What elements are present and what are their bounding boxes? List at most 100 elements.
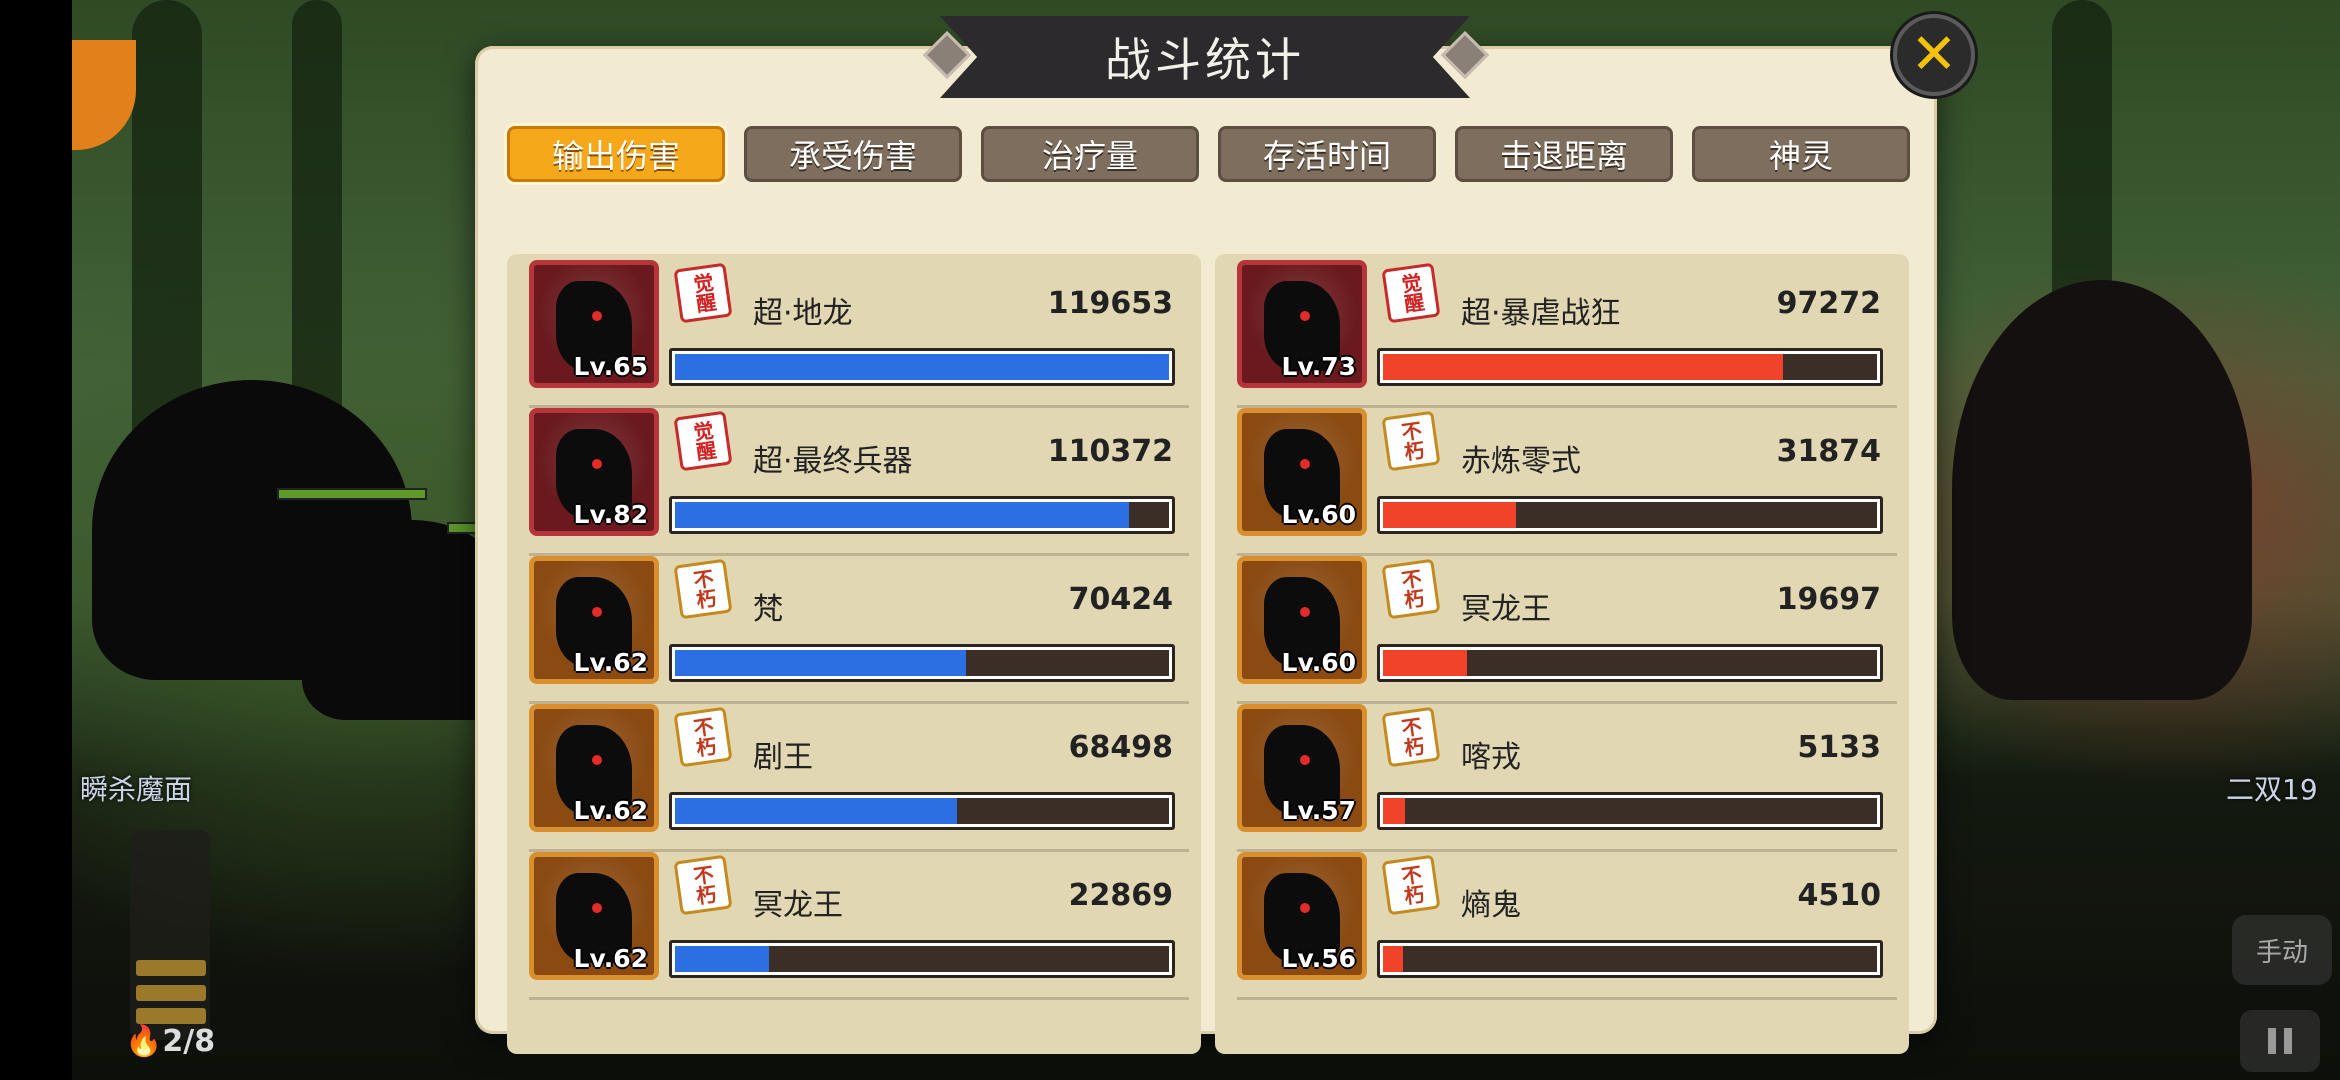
stat-bar-track [675,354,1169,380]
stat-bar [669,496,1175,534]
stat-bar-fill [1383,354,1784,380]
stat-bar [1377,348,1883,386]
unit-level: Lv.82 [573,500,648,529]
stat-value: 31874 [1776,434,1881,469]
rank-badge-icon: 不朽 [1381,410,1441,472]
stat-bar-fill [675,946,769,972]
flame-icon: 🔥 [125,1024,163,1059]
tab-1[interactable]: 承受伤害 [744,126,962,182]
unit-eye [592,607,602,617]
unit-portrait[interactable]: Lv.62 [529,852,659,980]
unit-portrait[interactable]: Lv.82 [529,408,659,536]
stat-bar-fill [675,798,957,824]
stat-bar [669,348,1175,386]
rank-badge-icon: 不朽 [673,854,733,916]
rank-badge-icon: 不朽 [673,558,733,620]
stat-bar-track [675,798,1169,824]
stat-value: 68498 [1068,730,1173,765]
stat-bar [1377,940,1883,978]
stat-bar [669,644,1175,682]
close-x-icon: ✕ [1910,22,1958,87]
tab-4[interactable]: 击退距离 [1455,126,1673,182]
energy-counter: 🔥2/8 [125,1024,215,1059]
unit-portrait[interactable]: Lv.62 [529,704,659,832]
unit-name: 超·地龙 [753,296,853,331]
stat-value: 110372 [1047,434,1173,469]
enemy-team-panel: Lv.73 觉醒 超·暴虐战狂 97272 Lv.60 不朽 赤炼零式 31874 Lv.60 不… [1215,254,1909,1054]
unit-name: 赤炼零式 [1461,444,1581,479]
energy-count-text: 2/8 [162,1024,216,1059]
stat-row: Lv.65 觉醒 超·地龙 119653 [529,260,1189,408]
stat-value: 4510 [1797,878,1882,913]
stat-bar-track [1383,798,1877,824]
unit-eye [592,903,602,913]
row-divider [1237,997,1897,1000]
tab-0[interactable]: 输出伤害 [507,126,725,182]
stat-row: Lv.82 觉醒 超·最终兵器 110372 [529,408,1189,556]
stat-row: Lv.57 不朽 喀戎 5133 [1237,704,1897,852]
stat-value: 19697 [1776,582,1881,617]
player-team-panel: Lv.65 觉醒 超·地龙 119653 Lv.82 觉醒 超·最终兵器 110372 Lv.6… [507,254,1201,1054]
pause-button[interactable] [2240,1010,2320,1072]
tab-2[interactable]: 治疗量 [981,126,1199,182]
unit-eye [1300,755,1310,765]
tab-3[interactable]: 存活时间 [1218,126,1436,182]
rank-badge-icon: 觉醒 [673,410,733,472]
unit-name-right: 二双19 [2226,773,2318,806]
unit-name: 超·暴虐战狂 [1461,296,1621,331]
unit-level: Lv.60 [1281,500,1356,529]
rank-badge-icon: 不朽 [1381,558,1441,620]
stat-bar-fill [675,354,1169,380]
rank-badge-icon: 不朽 [673,706,733,768]
unit-name: 冥龙王 [753,888,843,923]
manual-mode-button[interactable]: 手动 [2232,915,2332,985]
stat-row: Lv.73 觉醒 超·暴虐战狂 97272 [1237,260,1897,408]
unit-level: Lv.57 [1281,796,1356,825]
unit-name: 喀戎 [1461,740,1521,775]
unit-portrait[interactable]: Lv.60 [1237,408,1367,536]
unit-level: Lv.73 [1281,352,1356,381]
unit-name: 熵鬼 [1461,888,1521,923]
letterbox-left [0,0,72,1080]
unit-level: Lv.62 [573,944,648,973]
stat-bar-track [1383,502,1877,528]
unit-eye [1300,903,1310,913]
dragon-silhouette [1952,280,2252,700]
rank-badge-icon: 不朽 [1381,854,1441,916]
stat-bar-track [1383,650,1877,676]
unit-level: Lv.60 [1281,648,1356,677]
unit-portrait[interactable]: Lv.62 [529,556,659,684]
stat-bar-track [675,946,1169,972]
stat-bar-fill [1383,798,1406,824]
stat-bar-fill [675,502,1130,528]
stat-bar-track [1383,354,1877,380]
rank-badge-icon: 觉醒 [1381,262,1441,324]
unit-level: Lv.62 [573,648,648,677]
unit-level: Lv.56 [1281,944,1356,973]
stat-value: 97272 [1776,286,1881,321]
stat-bar [669,792,1175,830]
close-button[interactable]: ✕ [1893,14,1975,96]
unit-portrait[interactable]: Lv.73 [1237,260,1367,388]
stat-bar-fill [1383,650,1467,676]
unit-eye [592,459,602,469]
unit-eye [1300,459,1310,469]
unit-portrait[interactable]: Lv.65 [529,260,659,388]
unit-portrait[interactable]: Lv.57 [1237,704,1367,832]
unit-name: 剧王 [753,740,813,775]
unit-portrait[interactable]: Lv.56 [1237,852,1367,980]
stat-row: Lv.62 不朽 冥龙王 22869 [529,852,1189,1000]
stat-row: Lv.56 不朽 熵鬼 4510 [1237,852,1897,1000]
stat-bar-fill [1383,502,1517,528]
stat-bar-track [675,650,1169,676]
stat-row: Lv.60 不朽 赤炼零式 31874 [1237,408,1897,556]
rank-badge-icon: 觉醒 [673,262,733,324]
pause-icon-bar [2284,1028,2292,1054]
unit-name-left: 瞬杀魔面 [80,773,193,806]
tab-5[interactable]: 神灵 [1692,126,1910,182]
stat-bar-fill [675,650,967,676]
stat-bar [1377,496,1883,534]
energy-step [136,985,206,1001]
row-divider [529,997,1189,1000]
unit-portrait[interactable]: Lv.60 [1237,556,1367,684]
